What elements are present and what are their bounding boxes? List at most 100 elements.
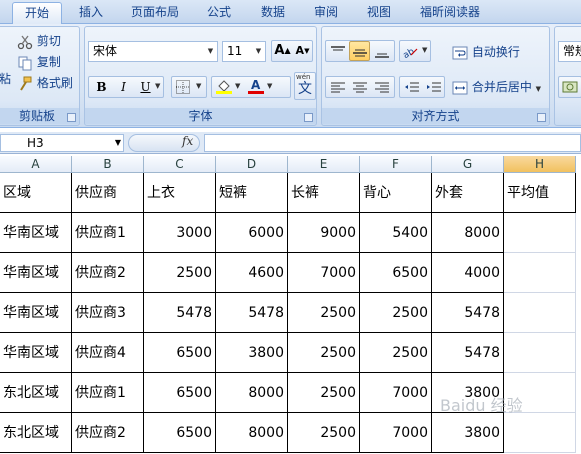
- chevron-down-icon[interactable]: ▼: [204, 42, 217, 61]
- merge-center-button[interactable]: 合并后居中 ▼: [452, 77, 541, 97]
- font-size-combo[interactable]: 11 ▼: [222, 41, 266, 62]
- wrap-text-button[interactable]: 自动换行: [452, 42, 520, 62]
- column-header-f[interactable]: F: [360, 156, 432, 173]
- table-cell[interactable]: [504, 293, 576, 333]
- table-cell[interactable]: 4000: [432, 253, 504, 293]
- table-cell[interactable]: 7000: [360, 413, 432, 453]
- header-cell[interactable]: 区域: [0, 173, 72, 213]
- table-cell[interactable]: 3800: [216, 333, 288, 373]
- align-right-button[interactable]: [371, 77, 392, 97]
- italic-button[interactable]: I: [113, 77, 134, 97]
- chevron-down-icon[interactable]: ▼: [252, 42, 265, 61]
- chevron-down-icon[interactable]: ▼: [235, 82, 240, 90]
- table-cell[interactable]: 供应商2: [72, 413, 144, 453]
- tab-foxit-reader[interactable]: 福昕阅读器: [412, 2, 488, 24]
- font-dialog-launcher[interactable]: [304, 113, 313, 122]
- fill-color-icon[interactable]: [216, 78, 232, 94]
- header-cell[interactable]: 平均值: [504, 173, 576, 213]
- number-format-combo[interactable]: 常规: [558, 41, 581, 62]
- align-center-button[interactable]: [349, 77, 370, 97]
- font-color-icon[interactable]: A: [248, 78, 264, 94]
- table-cell[interactable]: 5478: [144, 293, 216, 333]
- chevron-down-icon[interactable]: ▼: [155, 82, 160, 90]
- header-cell[interactable]: 背心: [360, 173, 432, 213]
- fx-icon[interactable]: fx: [182, 134, 193, 148]
- chevron-down-icon[interactable]: ▼: [115, 135, 121, 151]
- table-cell[interactable]: 2500: [288, 373, 360, 413]
- table-cell[interactable]: 华南区域: [0, 293, 72, 333]
- header-cell[interactable]: 长裤: [288, 173, 360, 213]
- table-cell[interactable]: 2500: [360, 333, 432, 373]
- align-bottom-button[interactable]: [371, 41, 392, 61]
- table-cell[interactable]: 华南区域: [0, 213, 72, 253]
- align-middle-button[interactable]: [349, 41, 370, 61]
- underline-button[interactable]: U: [135, 77, 156, 97]
- phonetic-guide-button[interactable]: wén 文: [294, 72, 316, 100]
- cut-button[interactable]: 剪切: [17, 31, 61, 51]
- column-header-g[interactable]: G: [432, 156, 504, 173]
- table-cell[interactable]: 供应商3: [72, 293, 144, 333]
- column-header-b[interactable]: B: [72, 156, 144, 173]
- increase-indent-button[interactable]: [423, 77, 444, 97]
- table-cell[interactable]: 2500: [144, 253, 216, 293]
- table-cell[interactable]: 供应商4: [72, 333, 144, 373]
- align-top-button[interactable]: [327, 41, 348, 61]
- orientation-button[interactable]: ab ▼: [399, 40, 431, 62]
- header-cell[interactable]: 上衣: [144, 173, 216, 213]
- table-cell[interactable]: 6500: [144, 413, 216, 453]
- number-format-button[interactable]: [558, 76, 581, 98]
- table-cell[interactable]: 供应商1: [72, 373, 144, 413]
- copy-button[interactable]: 复制: [17, 52, 61, 72]
- table-cell[interactable]: 8000: [216, 413, 288, 453]
- column-header-a[interactable]: A: [0, 156, 72, 173]
- table-cell[interactable]: 东北区域: [0, 413, 72, 453]
- table-cell[interactable]: 6500: [144, 333, 216, 373]
- table-cell[interactable]: 供应商1: [72, 213, 144, 253]
- header-cell[interactable]: 供应商: [72, 173, 144, 213]
- chevron-down-icon[interactable]: ▼: [196, 82, 201, 90]
- table-cell[interactable]: 2500: [288, 293, 360, 333]
- font-name-combo[interactable]: 宋体 ▼: [88, 41, 218, 62]
- table-cell[interactable]: 5400: [360, 213, 432, 253]
- format-painter-button[interactable]: 格式刷: [17, 73, 73, 93]
- shrink-font-button[interactable]: A▼: [292, 41, 313, 61]
- table-cell[interactable]: [504, 253, 576, 293]
- tab-insert[interactable]: 插入: [72, 2, 110, 24]
- tab-home[interactable]: 开始: [12, 2, 62, 24]
- align-left-button[interactable]: [327, 77, 348, 97]
- column-header-h[interactable]: H: [504, 156, 576, 173]
- table-cell[interactable]: 华南区域: [0, 253, 72, 293]
- decrease-indent-button[interactable]: [401, 77, 422, 97]
- header-cell[interactable]: 短裤: [216, 173, 288, 213]
- table-cell[interactable]: [504, 333, 576, 373]
- table-cell[interactable]: 3000: [144, 213, 216, 253]
- table-cell[interactable]: 7000: [360, 373, 432, 413]
- paste-button[interactable]: 粘: [0, 69, 11, 89]
- table-cell[interactable]: [504, 213, 576, 253]
- tab-page-layout[interactable]: 页面布局: [124, 2, 186, 24]
- tab-data[interactable]: 数据: [254, 2, 292, 24]
- table-cell[interactable]: 2500: [288, 333, 360, 373]
- table-cell[interactable]: [504, 413, 576, 453]
- bold-button[interactable]: B: [91, 77, 112, 97]
- column-header-e[interactable]: E: [288, 156, 360, 173]
- alignment-dialog-launcher[interactable]: [537, 113, 546, 122]
- table-cell[interactable]: 3800: [432, 413, 504, 453]
- borders-button[interactable]: ▼: [171, 76, 207, 98]
- column-header-c[interactable]: C: [144, 156, 216, 173]
- table-cell[interactable]: 4600: [216, 253, 288, 293]
- tab-formulas[interactable]: 公式: [200, 2, 238, 24]
- grow-font-button[interactable]: A▲: [272, 41, 293, 61]
- clipboard-dialog-launcher[interactable]: [67, 113, 76, 122]
- formula-input[interactable]: [204, 134, 581, 152]
- table-cell[interactable]: 6500: [360, 253, 432, 293]
- table-cell[interactable]: 2500: [360, 293, 432, 333]
- header-cell[interactable]: 外套: [432, 173, 504, 213]
- chevron-down-icon[interactable]: ▼: [536, 85, 541, 93]
- table-cell[interactable]: 7000: [288, 253, 360, 293]
- tab-view[interactable]: 视图: [360, 2, 398, 24]
- table-cell[interactable]: 5478: [216, 293, 288, 333]
- table-cell[interactable]: 6500: [144, 373, 216, 413]
- table-cell[interactable]: 8000: [432, 213, 504, 253]
- column-header-d[interactable]: D: [216, 156, 288, 173]
